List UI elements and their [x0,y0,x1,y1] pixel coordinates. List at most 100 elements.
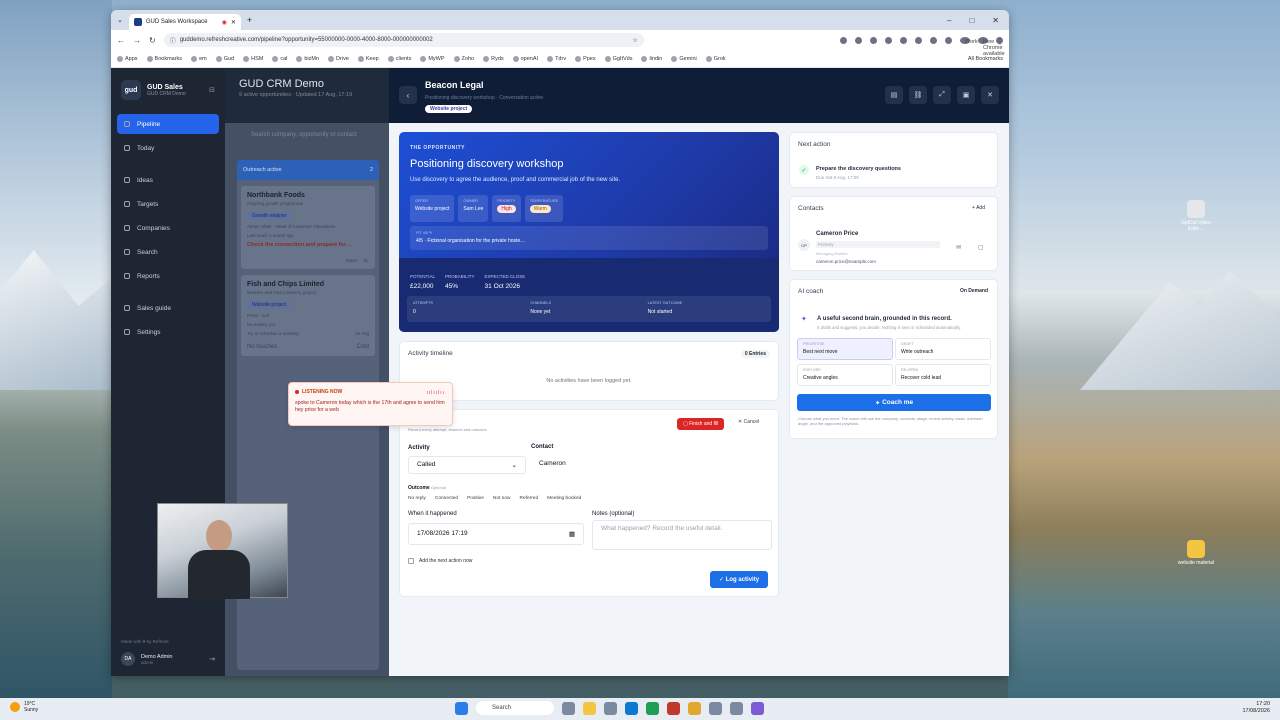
outcome-option[interactable]: Not now [493,496,511,501]
all-bookmarks[interactable]: All Bookmarks [968,56,1003,62]
coach-option-explore[interactable]: EXPLORE Creative angles [797,364,893,386]
bookmark-item[interactable]: Keep [357,55,379,62]
finish-and-fill-button[interactable]: ▢ Finish and fill [677,418,725,430]
coach-option-draft[interactable]: DRAFT Write outreach [895,338,991,360]
close-icon[interactable]: ✕ [981,86,999,104]
link-icon[interactable]: ⛓ [909,86,927,104]
new-tab-icon[interactable]: + [247,15,252,25]
chrome-icon[interactable] [688,701,701,715]
when-input[interactable]: 17/08/2026 17:19 ▦ [408,523,584,545]
extension-icon[interactable] [885,36,892,44]
site-info-icon[interactable]: ⓘ [170,36,176,45]
bookmark-item[interactable]: Gemini [671,55,697,62]
extension-icon[interactable] [915,36,922,44]
logout-icon[interactable]: ⇥ [209,655,215,663]
bookmark-item[interactable]: Ryds [483,55,504,62]
bookmark-item[interactable]: Apps [117,55,138,62]
back-button[interactable]: ‹ [399,86,417,104]
extension-icon[interactable] [930,36,937,44]
taskbar-app-icon[interactable] [646,701,659,715]
extension-icon[interactable] [900,36,907,44]
sidebar-item-companies[interactable]: Companies [117,218,219,238]
browser-tab[interactable]: GUD Sales Workspace ◉ ✕ [128,14,241,30]
taskbar-app-icon[interactable] [709,701,722,715]
bookmark-item[interactable]: bizMn [296,55,319,62]
taskbar-search[interactable]: Search [476,701,554,715]
outcome-option[interactable]: Positive [467,496,484,501]
sidebar-item-sales-guide[interactable]: Sales guide [117,298,219,318]
bookmark-item[interactable]: Bookmarks [146,55,182,62]
profile-button[interactable]: Work [960,36,978,45]
reload-icon[interactable]: ↻ [149,36,156,45]
mail-icon[interactable]: ✉ [956,244,961,251]
bookmark-item[interactable]: Drive [328,55,349,62]
close-tab-icon[interactable]: ✕ [231,19,236,26]
bookmark-item[interactable]: cal [272,55,287,62]
sidebar-item-ideas[interactable]: Ideas [117,170,219,190]
acrobat-icon[interactable] [667,701,680,715]
edit-icon[interactable]: ✎ [429,231,432,235]
bookmark-item[interactable]: Ppex [575,55,596,62]
coach-me-button[interactable]: ✦ Coach me [797,394,991,411]
sidebar-item-search[interactable]: Search [117,242,219,262]
start-icon[interactable] [455,701,468,715]
opportunity-card[interactable]: Fish and Chips Limited Website and brand… [241,275,375,356]
contact-select[interactable]: Cameron [531,456,573,471]
taskbar-app-icon[interactable] [604,701,617,715]
tab-search-icon[interactable]: ⌄ [117,16,123,24]
close-window-icon[interactable]: ✕ [992,16,999,25]
bookmark-item[interactable]: MyWP [420,55,445,62]
desktop-icon-website-material[interactable]: website material [1176,540,1216,566]
sidebar-item-reports[interactable]: Reports [117,266,219,286]
sidebar-item-pipeline[interactable]: Pipeline [117,114,219,134]
cancel-button[interactable]: ✕ Cancel [738,419,759,425]
add-contact-button[interactable]: + Add [972,205,985,211]
bookmark-item[interactable]: Zoho [453,55,474,62]
url-field[interactable]: ⓘ guddemo.refreshcreative.com/pipeline?op… [163,33,644,47]
menu-icon[interactable]: ⋮ [996,36,1004,46]
outcome-option[interactable]: Meeting booked [547,496,581,501]
back-icon[interactable]: ← [117,36,125,45]
check-circle-icon[interactable]: ✓ [799,165,809,175]
outcome-option[interactable]: Referred [519,496,538,501]
bookmark-star-icon[interactable]: ☆ [632,37,637,44]
document-icon[interactable]: ▤ [885,86,903,104]
bookmark-item[interactable]: openAI [512,55,538,62]
archive-icon[interactable]: ▣ [957,86,975,104]
expand-icon[interactable]: ⤢ [933,86,951,104]
weather-widget[interactable]: 19°C Sunny [10,701,38,713]
file-explorer-icon[interactable] [583,701,596,715]
contact-email[interactable]: cameron.price@example.com [816,259,876,264]
user-menu[interactable]: DA Demo Admin admin ⇥ [121,652,215,666]
taskbar-app-icon[interactable] [562,701,575,715]
bookmark-item[interactable]: em [191,55,207,62]
outcome-option[interactable]: No reply [408,496,426,501]
desktop-icon-gptcut[interactable]: GptCut Video Edito… [1176,200,1216,232]
edge-icon[interactable] [625,701,638,715]
update-button[interactable]: New Chrome available [978,36,1005,57]
bookmark-item[interactable]: GgItVds [604,55,632,62]
copy-icon[interactable]: ▢ [978,244,984,251]
maximize-icon[interactable]: □ [969,16,974,25]
bookmark-item[interactable]: HSM [243,55,263,62]
extension-icon[interactable] [945,36,952,44]
sidebar-item-today[interactable]: Today [117,138,219,158]
forward-icon[interactable]: → [133,36,141,45]
system-clock[interactable]: 17:20 17/08/2026 [1242,701,1270,715]
activity-select[interactable]: Called ⌄ [408,456,526,474]
notes-textarea[interactable]: What happened? Record the useful detail. [592,520,772,550]
pipeline-search-input[interactable]: Search company, opportunity or contact [235,129,379,143]
bookmark-item[interactable]: clients [387,55,411,62]
taskbar-app-icon[interactable] [730,701,743,715]
add-next-action-checkbox[interactable]: Add the next action now [408,558,472,564]
bookmark-item[interactable]: Gud [215,55,234,62]
minimize-icon[interactable]: – [947,16,951,25]
sidebar-item-settings[interactable]: Settings [117,322,219,342]
extension-icon[interactable] [840,36,847,44]
extension-icon[interactable] [870,36,877,44]
calendar-icon[interactable]: ▦ [569,530,575,538]
sidebar-item-targets[interactable]: Targets [117,194,219,214]
taskbar-app-icon[interactable] [751,701,764,715]
coach-option-prioritise[interactable]: PRIORITISE Best next move [797,338,893,360]
opportunity-card[interactable]: Northbank Foods Ongoing growth programme… [241,186,375,269]
